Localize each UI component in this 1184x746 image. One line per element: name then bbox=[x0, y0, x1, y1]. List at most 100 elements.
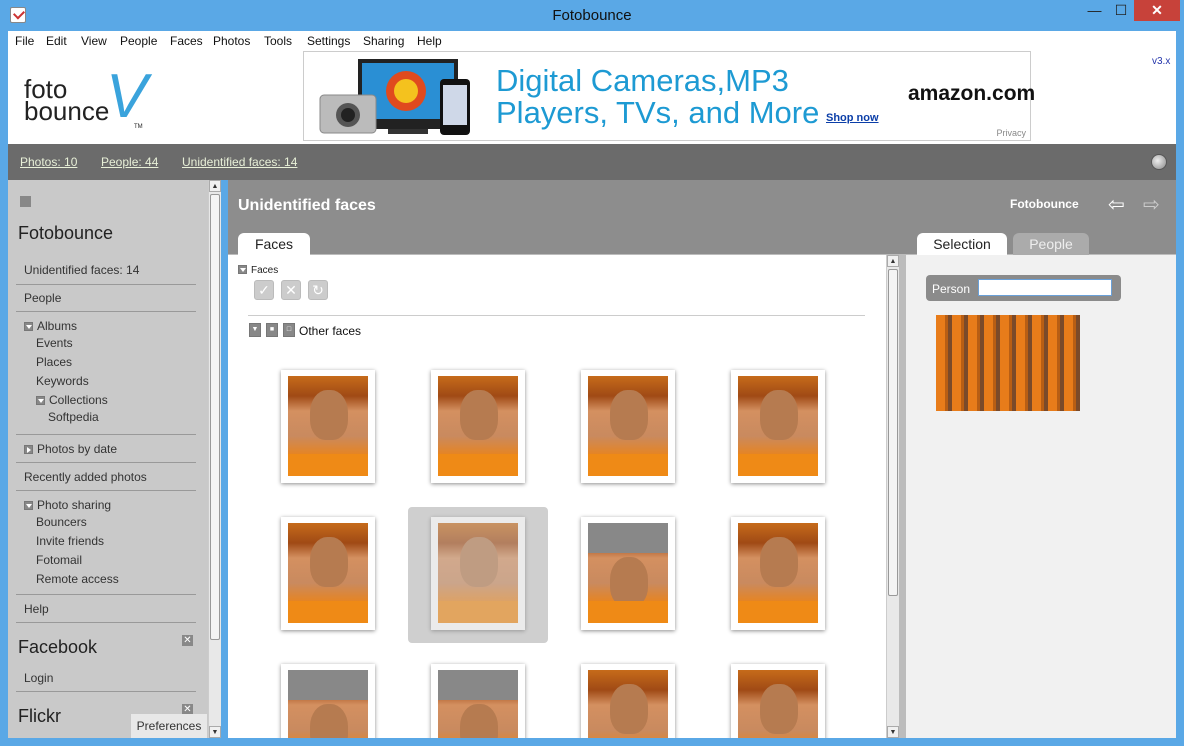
privacy-link[interactable]: Privacy bbox=[996, 128, 1026, 138]
sidebar-item-collections[interactable]: Collections bbox=[36, 393, 108, 407]
ad-headline-1: Digital Cameras,MP3 bbox=[496, 63, 789, 98]
menu-sharing[interactable]: Sharing bbox=[363, 34, 404, 48]
scroll-up-icon[interactable]: ▲ bbox=[209, 180, 221, 192]
menu-view[interactable]: View bbox=[81, 34, 107, 48]
sidebar-item-remote[interactable]: Remote access bbox=[36, 572, 119, 586]
gray-band bbox=[588, 523, 668, 553]
forward-arrow-icon[interactable]: ⇨ bbox=[1143, 192, 1160, 217]
expand-icon[interactable] bbox=[238, 265, 247, 274]
expand-icon[interactable] bbox=[24, 501, 33, 510]
expand-icon[interactable] bbox=[24, 445, 33, 454]
sidebar-item-bouncers[interactable]: Bouncers bbox=[36, 515, 87, 529]
faces-scrollbar[interactable]: ▲ ▼ bbox=[886, 255, 899, 738]
refresh-icon[interactable]: ↻ bbox=[308, 280, 328, 300]
close-facebook-icon[interactable]: ✕ bbox=[182, 635, 193, 646]
face-thumbnail[interactable] bbox=[731, 664, 825, 738]
face-photo bbox=[738, 376, 818, 476]
menu-file[interactable]: File bbox=[15, 34, 34, 48]
face-thumbnail[interactable] bbox=[281, 370, 375, 483]
collapse-sidebar-icon[interactable] bbox=[20, 196, 31, 207]
ad-banner[interactable]: Digital Cameras,MP3 Players, TVs, and Mo… bbox=[303, 51, 1035, 141]
faces-label: Faces bbox=[251, 265, 279, 276]
minimize-button[interactable]: — bbox=[1081, 0, 1108, 21]
nav-unidentified-link[interactable]: Unidentified faces: 14 bbox=[182, 155, 297, 169]
shop-now-link[interactable]: Shop now bbox=[826, 112, 879, 124]
faces-group-header[interactable]: Faces bbox=[238, 265, 278, 276]
face-thumbnail[interactable] bbox=[431, 370, 525, 483]
face-thumbnail[interactable] bbox=[431, 664, 525, 738]
scroll-down-icon[interactable]: ▼ bbox=[209, 726, 221, 738]
divider bbox=[16, 434, 196, 435]
sidebar-item-invite[interactable]: Invite friends bbox=[36, 534, 104, 548]
face-thumbnail[interactable] bbox=[281, 517, 375, 630]
face-thumbnail[interactable] bbox=[581, 517, 675, 630]
select-all-icon[interactable]: ■ bbox=[266, 323, 278, 337]
gray-band bbox=[288, 670, 368, 700]
tab-faces[interactable]: Faces bbox=[238, 233, 310, 256]
menu-photos[interactable]: Photos bbox=[213, 34, 250, 48]
sidebar-item-recently-added[interactable]: Recently added photos bbox=[24, 470, 147, 484]
person-label: Person bbox=[932, 282, 971, 296]
facebook-login[interactable]: Login bbox=[24, 671, 53, 685]
nav-photos-link[interactable]: Photos: 10 bbox=[20, 155, 77, 169]
scroll-down-icon[interactable]: ▼ bbox=[887, 726, 899, 738]
back-arrow-icon[interactable]: ⇦ bbox=[1108, 192, 1125, 217]
deselect-icon[interactable]: □ bbox=[283, 323, 295, 337]
face-thumbnail[interactable] bbox=[581, 370, 675, 483]
collapse-icon[interactable]: ▼ bbox=[249, 323, 261, 337]
person-input[interactable] bbox=[978, 279, 1112, 296]
sidebar-item-photos-by-date[interactable]: Photos by date bbox=[24, 442, 117, 456]
logo-line2: bounce bbox=[24, 96, 110, 126]
app-label: Fotobounce bbox=[1010, 197, 1079, 211]
facebook-title: Facebook bbox=[18, 637, 98, 657]
sidebar: Fotobounce Unidentified faces: 14 People… bbox=[8, 180, 208, 738]
tab-people[interactable]: People bbox=[1013, 233, 1089, 256]
accept-icon[interactable]: ✓ bbox=[254, 280, 274, 300]
menu-settings[interactable]: Settings bbox=[307, 34, 350, 48]
face-thumbnail[interactable] bbox=[731, 370, 825, 483]
fotobounce-logo: foto bounce V TM bbox=[24, 66, 147, 131]
menu-edit[interactable]: Edit bbox=[46, 34, 67, 48]
version-label: v3.x bbox=[1152, 56, 1171, 67]
sidebar-item-fotomail[interactable]: Fotomail bbox=[36, 553, 82, 567]
preferences-button[interactable]: Preferences bbox=[131, 714, 207, 738]
sidebar-item-photo-sharing[interactable]: Photo sharing bbox=[24, 498, 111, 512]
sidebar-item-softpedia[interactable]: Softpedia bbox=[48, 410, 99, 424]
divider bbox=[16, 691, 196, 692]
face-thumbnail-selected[interactable] bbox=[431, 517, 525, 630]
close-button[interactable]: ✕ bbox=[1134, 0, 1180, 21]
face-thumbnail[interactable] bbox=[731, 517, 825, 630]
gray-band bbox=[438, 670, 518, 700]
sidebar-item-albums[interactable]: Albums bbox=[24, 319, 77, 333]
scroll-thumb[interactable] bbox=[210, 194, 220, 640]
scroll-thumb[interactable] bbox=[888, 269, 898, 596]
expand-icon[interactable] bbox=[24, 322, 33, 331]
sidebar-item-help[interactable]: Help bbox=[24, 602, 49, 616]
divider bbox=[16, 284, 196, 285]
sidebar-item-events[interactable]: Events bbox=[36, 336, 73, 350]
face-thumbnail[interactable] bbox=[281, 664, 375, 738]
selected-photo[interactable] bbox=[936, 315, 1080, 411]
face-photo bbox=[288, 523, 368, 623]
menu-faces[interactable]: Faces bbox=[170, 34, 203, 48]
expand-icon[interactable] bbox=[36, 396, 45, 405]
photo-sharing-label: Photo sharing bbox=[37, 498, 112, 512]
sidebar-item-places[interactable]: Places bbox=[36, 355, 72, 369]
sidebar-item-people[interactable]: People bbox=[24, 291, 61, 305]
nav-people-link[interactable]: People: 44 bbox=[101, 155, 158, 169]
menu-tools[interactable]: Tools bbox=[264, 34, 292, 48]
menu-people[interactable]: People bbox=[120, 34, 157, 48]
tab-selection[interactable]: Selection bbox=[917, 233, 1007, 256]
maximize-button[interactable]: ☐ bbox=[1108, 0, 1134, 21]
status-orb-icon[interactable] bbox=[1151, 154, 1167, 170]
scroll-up-icon[interactable]: ▲ bbox=[887, 255, 899, 267]
face-photo bbox=[738, 670, 818, 738]
reject-icon[interactable]: ✕ bbox=[281, 280, 301, 300]
albums-label: Albums bbox=[37, 319, 78, 333]
sidebar-item-unidentified[interactable]: Unidentified faces: 14 bbox=[24, 263, 139, 277]
face-thumbnail[interactable] bbox=[581, 664, 675, 738]
sidebar-item-keywords[interactable]: Keywords bbox=[36, 374, 89, 388]
sidebar-scrollbar[interactable]: ▲ ▼ bbox=[208, 180, 221, 738]
menu-help[interactable]: Help bbox=[417, 34, 442, 48]
banner: foto bounce V TM Digital Cameras,MP3 Pla… bbox=[8, 51, 1176, 144]
